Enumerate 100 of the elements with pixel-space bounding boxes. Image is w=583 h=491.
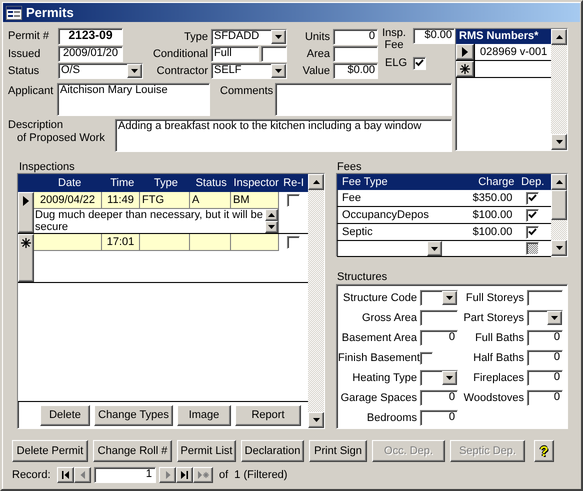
inspection-fee-field[interactable]: $0.00 — [413, 28, 455, 44]
table-cell-text: OccupancyDepos — [341, 208, 430, 223]
record-selector[interactable] — [18, 192, 34, 233]
dropdown-button[interactable] — [427, 241, 442, 256]
table-cell — [34, 234, 102, 251]
field-label: Full Storeys — [464, 291, 525, 306]
field-label: Comments — [220, 84, 274, 99]
applicant-field[interactable]: Aitchison Mary Louise — [57, 83, 210, 116]
description-field[interactable]: Adding a breakfast nook to the kitchen including a bay window — [115, 119, 452, 152]
last-record-icon — [181, 471, 188, 479]
scroll-up-button[interactable] — [551, 174, 567, 190]
vertical-scrollbar[interactable] — [551, 29, 567, 150]
column-header: Status — [194, 176, 228, 191]
table-cell-text: $350.00 — [472, 190, 514, 206]
vertical-scrollbar[interactable] — [551, 174, 567, 256]
table-cell — [140, 234, 190, 251]
field-label: Half Baths — [472, 351, 525, 366]
table-cell: 17:01 — [102, 234, 140, 251]
scroll-down-button[interactable] — [551, 240, 567, 256]
field-label: Garage Spaces — [340, 391, 418, 406]
caret-icon — [131, 69, 138, 73]
field-label: Full Baths — [474, 331, 525, 346]
form-button[interactable]: Change Roll # — [93, 440, 172, 462]
caret-icon — [431, 246, 438, 250]
field-label: Fireplaces — [472, 371, 525, 386]
table-cell: 2009/04/22 — [34, 192, 102, 209]
scroll-down-button[interactable] — [551, 134, 567, 150]
form-button[interactable]: Image — [177, 404, 231, 426]
permit-number-field[interactable]: 2123-09 — [58, 28, 123, 45]
value-field[interactable]: $0.00 — [333, 63, 378, 79]
checkbox[interactable] — [526, 242, 540, 255]
notes-field[interactable]: Dug much deeper than necessary, but it will be secure — [34, 209, 279, 233]
asterisk-icon — [460, 64, 470, 74]
input-field[interactable]: 0 — [527, 390, 563, 406]
form-button[interactable]: Print Sign — [309, 440, 367, 462]
field-label: Conditional — [152, 47, 209, 62]
area-field[interactable] — [333, 46, 378, 62]
input-field[interactable] — [261, 46, 287, 62]
record-selector[interactable] — [18, 234, 34, 282]
caret-icon — [556, 35, 562, 39]
caret-icon — [268, 213, 275, 217]
window-title: Permits — [26, 4, 74, 22]
field-label: ELG — [384, 56, 408, 71]
scroll-up-button[interactable] — [308, 174, 324, 190]
form-button[interactable]: Permit List — [177, 440, 236, 462]
issued-date-field[interactable]: 2009/01/20 — [58, 46, 123, 62]
field-label: Units — [304, 30, 331, 44]
record-label: Record: — [12, 468, 52, 483]
scroll-up-button[interactable] — [551, 29, 567, 45]
vertical-scrollbar[interactable] — [308, 174, 324, 428]
record-number-field[interactable]: 1 — [94, 467, 156, 483]
form-button[interactable]: Delete — [40, 404, 90, 426]
previous-record-icon — [79, 471, 86, 479]
input-field[interactable]: 0 — [527, 350, 563, 366]
form-button[interactable]: Report — [235, 404, 301, 426]
section-label: Fees — [336, 161, 362, 173]
input-field[interactable]: 0 — [527, 330, 563, 346]
comments-field[interactable] — [275, 83, 452, 116]
dropdown-field[interactable] — [420, 290, 458, 306]
field-label: Area — [306, 47, 331, 62]
input-field[interactable]: 0 — [420, 410, 458, 426]
record-selector[interactable] — [456, 61, 474, 77]
conditional-field[interactable]: Full — [211, 46, 259, 62]
scroll-down-button[interactable] — [308, 412, 324, 428]
units-field[interactable]: 0 — [333, 28, 378, 44]
checkbox[interactable] — [413, 56, 426, 70]
input-field[interactable]: 0 — [420, 390, 458, 406]
record-nav-button[interactable] — [176, 467, 193, 483]
section-label: Inspections — [18, 161, 76, 173]
input-field[interactable]: 0 — [527, 370, 563, 386]
field-label: Structure Code — [342, 291, 418, 306]
form-button[interactable]: Change Types — [94, 404, 173, 426]
input-field[interactable]: 0 — [420, 330, 458, 346]
record-count: of 1 (Filtered) — [219, 468, 288, 483]
checkbox[interactable] — [526, 192, 540, 204]
dropdown-field[interactable] — [527, 310, 563, 326]
dropdown-field[interactable] — [420, 370, 458, 386]
column-header: Date — [57, 176, 82, 191]
status-dropdown[interactable]: O/S — [58, 63, 143, 79]
next-record-icon — [164, 471, 171, 479]
type-dropdown[interactable]: SFDADD — [211, 28, 287, 44]
caret-icon — [446, 296, 453, 300]
checkbox[interactable] — [526, 208, 540, 222]
contractor-dropdown[interactable]: SELF — [211, 63, 287, 79]
record-selector[interactable] — [456, 44, 474, 60]
field-label: Type — [183, 30, 209, 44]
scroll-thumb[interactable] — [551, 190, 567, 220]
checkbox[interactable] — [526, 226, 540, 238]
table-cell: 11:49 — [102, 192, 140, 209]
field-label: Description of Proposed Work — [8, 119, 106, 146]
record-nav-button[interactable] — [57, 467, 74, 483]
caret-icon — [312, 418, 320, 422]
form-button[interactable]: Delete Permit — [12, 440, 88, 462]
form-button[interactable]: Declaration — [241, 440, 304, 462]
table-cell-text: Fee — [341, 190, 362, 206]
first-record-icon — [62, 471, 69, 479]
field-label: Part Storeys — [462, 311, 525, 326]
column-header: Type — [153, 176, 179, 191]
current-record-icon — [23, 196, 29, 206]
field-label: Bedrooms — [366, 411, 418, 426]
